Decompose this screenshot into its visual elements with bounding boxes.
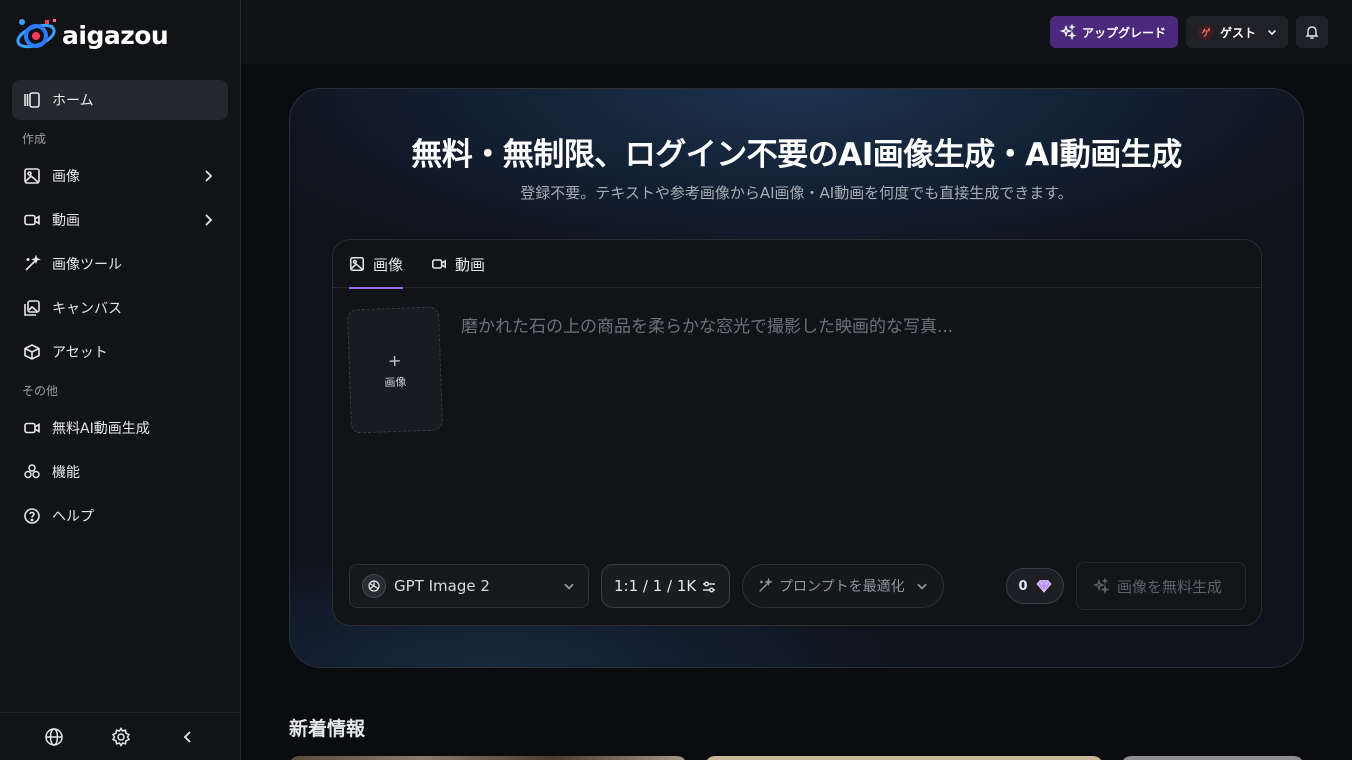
brand-name: aigazou: [62, 20, 169, 50]
sidebar-item-assets[interactable]: アセット: [12, 332, 228, 372]
news-thumbnail[interactable]: [705, 756, 1103, 760]
sidebar-item-label: ホーム: [52, 93, 94, 109]
chevron-down-icon: [917, 583, 927, 590]
model-select[interactable]: GPT Image 2: [349, 564, 589, 608]
image-icon: [350, 257, 364, 271]
sidebar-item-free-ai-video[interactable]: 無料AI動画生成: [12, 408, 228, 448]
ratio-label: 1:1 / 1 / 1K: [614, 577, 697, 595]
news-thumbnails: [289, 756, 1304, 760]
image-icon: [22, 166, 42, 186]
sidebar: aigazou ホーム 作成 画像 動画 画像ツール キャンバス アセット その…: [0, 0, 241, 760]
credits-count: 0: [1018, 578, 1028, 594]
guest-account-menu[interactable]: ゲ ゲスト: [1186, 16, 1288, 48]
canvas-icon: [22, 298, 42, 318]
video-icon: [22, 210, 42, 230]
sidebar-nav: ホーム 作成 画像 動画 画像ツール キャンバス アセット その他 無料AI動画…: [12, 80, 228, 540]
sliders-icon: [703, 581, 715, 593]
prompt-input[interactable]: 磨かれた石の上の商品を柔らかな窓光で撮影した映画的な写真...: [461, 312, 953, 337]
logo-mark-icon: [12, 14, 60, 56]
generation-panel: 画像 動画 + 画像 磨かれた石の上の商品を柔らかな窓光で撮影した映画的な写真.…: [332, 239, 1262, 626]
upgrade-button[interactable]: アップグレード: [1050, 16, 1178, 48]
generate-image-button[interactable]: 画像を無料生成: [1076, 562, 1246, 610]
upgrade-label: アップグレード: [1082, 25, 1167, 40]
news-thumbnail[interactable]: [1121, 756, 1304, 760]
sidebar-item-image-tools[interactable]: 画像ツール: [12, 244, 228, 284]
section-label-other: その他: [22, 384, 59, 398]
sparkles-icon: [1093, 578, 1109, 594]
image-upload-dropzone[interactable]: + 画像: [346, 306, 444, 434]
guest-label: ゲスト: [1220, 25, 1257, 40]
chevron-down-icon: [1267, 29, 1277, 36]
section-label-create: 作成: [22, 132, 47, 146]
chevron-right-icon: [205, 214, 213, 226]
hero-section: 無料・無制限、ログイン不要のAI画像生成・AI動画生成 登録不要。テキストや参考…: [289, 88, 1304, 668]
credits-badge[interactable]: 0: [1006, 568, 1064, 604]
openai-logo-icon: [362, 574, 386, 598]
news-section-title: 新着情報: [289, 718, 366, 740]
avatar: ゲ: [1198, 24, 1214, 40]
tab-label: 画像: [373, 255, 404, 274]
model-label: GPT Image 2: [394, 577, 490, 595]
magic-wand-icon: [22, 254, 42, 274]
sidebar-item-label: 無料AI動画生成: [52, 421, 150, 437]
sidebar-item-help[interactable]: ヘルプ: [12, 496, 228, 536]
magic-wand-icon: [759, 578, 773, 592]
sidebar-item-label: アセット: [52, 345, 108, 361]
video-icon: [22, 418, 42, 438]
sidebar-item-video[interactable]: 動画: [12, 200, 228, 240]
collapse-sidebar-chevron-left-icon[interactable]: [176, 725, 200, 749]
sparkles-icon: [1060, 24, 1076, 40]
tab-label: 動画: [455, 255, 486, 274]
aspect-ratio-settings-button[interactable]: 1:1 / 1 / 1K: [601, 564, 730, 608]
sidebar-item-label: 画像ツール: [52, 257, 122, 273]
sidebar-footer: [0, 712, 241, 760]
sidebar-item-features[interactable]: 機能: [12, 452, 228, 492]
mode-tabs: 画像 動画: [333, 240, 1261, 289]
features-icon: [22, 462, 42, 482]
plus-icon: +: [387, 350, 402, 370]
news-thumbnail[interactable]: [289, 756, 687, 760]
brand-logo[interactable]: aigazou: [12, 14, 169, 56]
sidebar-item-label: キャンバス: [52, 301, 122, 317]
sidebar-item-label: 機能: [52, 465, 80, 481]
sidebar-item-label: 画像: [52, 169, 80, 185]
generate-label: 画像を無料生成: [1117, 577, 1223, 596]
tab-image[interactable]: 画像: [349, 240, 404, 289]
help-icon: [22, 506, 42, 526]
sidebar-item-canvas[interactable]: キャンバス: [12, 288, 228, 328]
composer-controls: GPT Image 2 1:1 / 1 / 1K プロンプトを最適化 0 画像を…: [349, 562, 1246, 610]
upload-label: 画像: [384, 375, 407, 389]
language-globe-icon[interactable]: [42, 725, 66, 749]
notifications-bell-icon[interactable]: [1296, 16, 1328, 48]
page-subtitle: 登録不要。テキストや参考画像からAI画像・AI動画を何度でも直接生成できます。: [520, 184, 1073, 202]
optimize-prompt-button[interactable]: プロンプトを最適化: [742, 564, 944, 608]
settings-gear-icon[interactable]: [109, 725, 133, 749]
sidebar-item-label: 動画: [52, 213, 80, 229]
chevron-down-icon: [564, 583, 574, 590]
tab-video[interactable]: 動画: [431, 240, 485, 288]
optimize-label: プロンプトを最適化: [779, 579, 905, 595]
sidebar-item-label: ヘルプ: [52, 509, 94, 525]
video-icon: [432, 259, 446, 269]
chevron-right-icon: [205, 170, 213, 182]
page-title: 無料・無制限、ログイン不要のAI画像生成・AI動画生成: [411, 137, 1182, 173]
sidebar-item-home[interactable]: ホーム: [12, 80, 228, 120]
sidebar-item-image[interactable]: 画像: [12, 156, 228, 196]
gem-icon: [1035, 579, 1052, 594]
cube-icon: [22, 342, 42, 362]
home-panel-icon: [22, 90, 42, 110]
